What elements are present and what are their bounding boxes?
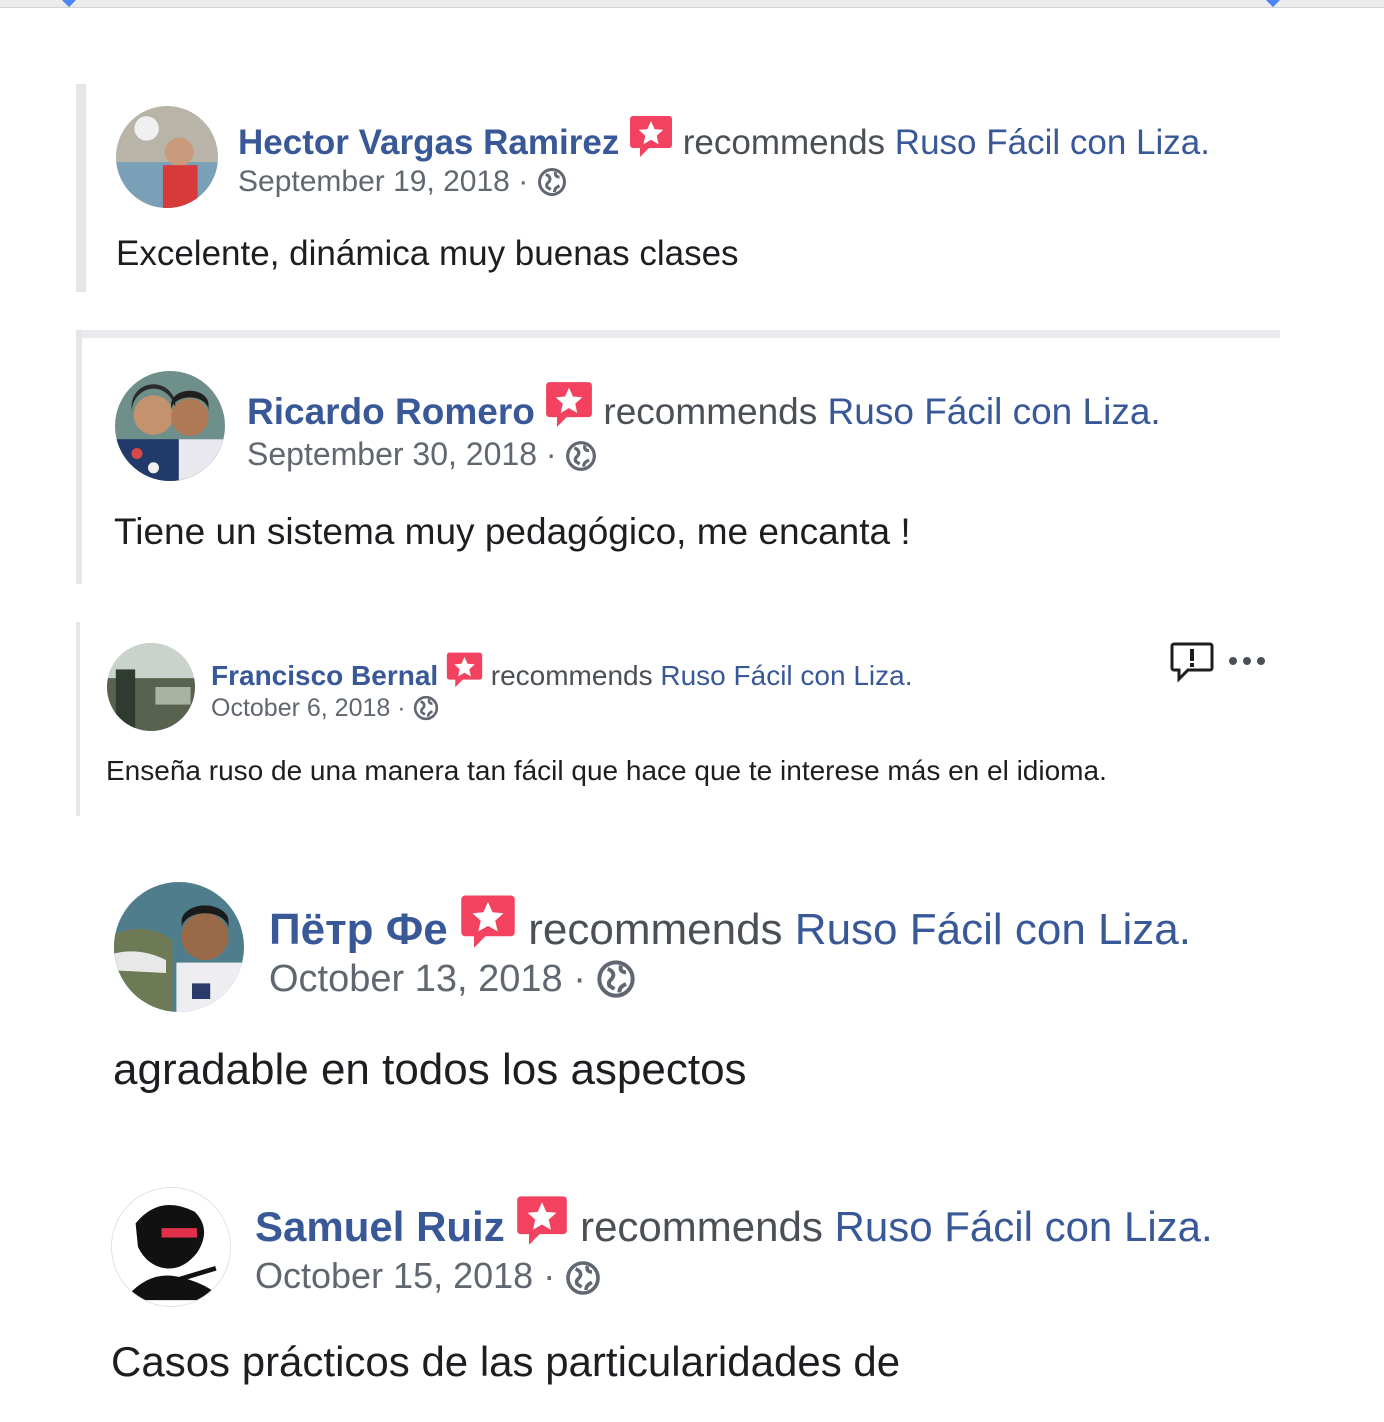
meta-separator: ·: [397, 694, 406, 722]
avatar[interactable]: [114, 882, 244, 1012]
page-link[interactable]: Ruso Fácil con Liza.: [835, 1203, 1213, 1250]
globe-icon: [565, 440, 597, 480]
avatar[interactable]: [116, 106, 218, 208]
review-text: Excelente, dinámica muy buenas clases: [116, 234, 739, 273]
review-date[interactable]: October 6, 2018: [211, 694, 390, 722]
review-header: Samuel Ruiz recommends Ruso Fácil con Li…: [255, 1194, 1213, 1256]
avatar[interactable]: [115, 371, 225, 481]
top-toolbar-edge: [0, 0, 1384, 8]
recommends-text: recommends: [528, 905, 783, 954]
review-left-border: [76, 330, 82, 584]
more-options-icon[interactable]: [1228, 652, 1268, 670]
globe-icon: [413, 695, 439, 728]
report-icon[interactable]: [1170, 641, 1214, 683]
page-link[interactable]: Ruso Fácil con Liza.: [660, 660, 912, 691]
recommends-text: recommends: [490, 659, 653, 691]
recommends-text: recommends: [682, 123, 886, 162]
page-link[interactable]: Ruso Fácil con Liza.: [795, 905, 1191, 954]
review-header: Francisco Bernal recommends Ruso Fácil c…: [211, 651, 913, 695]
review-date[interactable]: September 30, 2018: [247, 436, 537, 472]
page-link[interactable]: Ruso Fácil con Liza.: [828, 391, 1161, 432]
globe-icon: [596, 959, 636, 1009]
author-link[interactable]: Francisco Bernal: [211, 660, 438, 691]
review-left-border: [76, 84, 86, 292]
review-meta: September 30, 2018 ·: [247, 436, 597, 480]
author-link[interactable]: Пётр Фе: [269, 905, 448, 954]
review-date[interactable]: October 13, 2018: [269, 958, 563, 1000]
selection-handle-right[interactable]: [1265, 0, 1281, 8]
meta-separator: ·: [545, 436, 557, 472]
selection-handle-left[interactable]: [61, 0, 77, 8]
review-meta: September 19, 2018 ·: [238, 165, 567, 205]
meta-separator: ·: [543, 1255, 556, 1296]
globe-icon: [565, 1260, 601, 1305]
author-link[interactable]: Samuel Ruiz: [255, 1203, 505, 1250]
review-meta: October 15, 2018 ·: [255, 1255, 601, 1305]
avatar[interactable]: [107, 643, 195, 731]
meta-separator: ·: [573, 958, 586, 1000]
review-header: Hector Vargas Ramirez recommends Ruso Fá…: [238, 114, 1210, 167]
review-date[interactable]: September 19, 2018: [238, 165, 510, 198]
author-link[interactable]: Ricardo Romero: [247, 391, 535, 432]
recommends-text: recommends: [580, 1203, 823, 1251]
recommend-star-icon: [516, 1194, 568, 1256]
review-text: Enseña ruso de una manera tan fácil que …: [106, 755, 1107, 786]
avatar[interactable]: [111, 1187, 231, 1307]
review-text: agradable en todos los aspectos: [113, 1045, 747, 1094]
author-link[interactable]: Hector Vargas Ramirez: [238, 123, 619, 162]
recommend-star-icon: [460, 893, 516, 960]
review-text: Tiene un sistema muy pedagógico, me enca…: [114, 511, 911, 552]
review-header: Ricardo Romero recommends Ruso Fácil con…: [247, 380, 1161, 437]
review-text: Casos prácticos de las particularidades …: [111, 1338, 901, 1385]
recommend-star-icon: [629, 114, 673, 167]
review-meta: October 13, 2018 ·: [269, 958, 636, 1009]
card-top-border: [76, 330, 1280, 338]
review-date[interactable]: October 15, 2018: [255, 1255, 533, 1296]
page-link[interactable]: Ruso Fácil con Liza.: [895, 123, 1210, 162]
meta-separator: ·: [518, 165, 529, 198]
recommends-text: recommends: [603, 390, 818, 432]
review-meta: October 6, 2018 ·: [211, 694, 439, 728]
review-header: Пётр Фе recommends Ruso Fácil con Liza.: [269, 893, 1191, 960]
recommend-star-icon: [446, 651, 483, 695]
review-left-border: [76, 622, 80, 816]
recommend-star-icon: [545, 380, 593, 437]
globe-icon: [537, 167, 567, 205]
